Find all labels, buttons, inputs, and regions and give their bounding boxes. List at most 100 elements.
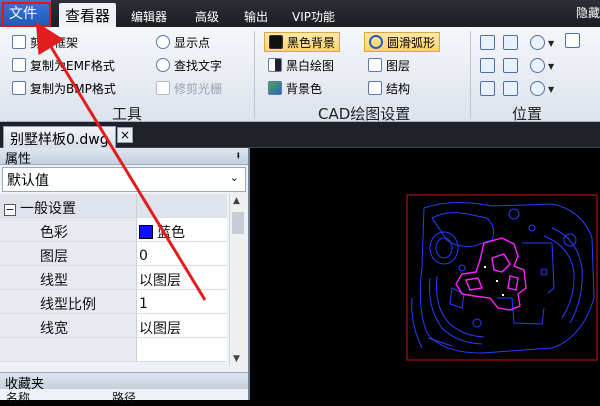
tab-editor[interactable]: 编辑器 bbox=[131, 8, 167, 25]
property-row[interactable]: 色彩 蓝色 bbox=[0, 218, 227, 242]
ribbon-separator bbox=[470, 31, 471, 119]
zoom-in-icon[interactable] bbox=[530, 35, 545, 50]
tab-output[interactable]: 输出 bbox=[244, 8, 268, 25]
clip-frame-label: 剪切框架 bbox=[30, 35, 79, 50]
close-icon[interactable]: × bbox=[117, 127, 133, 143]
background-color-button[interactable]: 背景色 bbox=[268, 78, 322, 98]
document-tab[interactable]: 别墅样板0.dwg bbox=[3, 126, 116, 148]
position-group-label: 位置 bbox=[512, 105, 543, 123]
section-general[interactable]: − 一般设置 bbox=[0, 194, 227, 218]
tab-vip[interactable]: VIP功能 bbox=[292, 8, 335, 25]
pin-icon[interactable]: ⭻ bbox=[237, 149, 241, 166]
ribbon: 剪切框架 复制为EMF格式 复制为BMP格式 显示点 查找文字 修剪光栅 工具 … bbox=[0, 27, 600, 123]
copy-emf-button[interactable]: 复制为EMF格式 bbox=[12, 55, 115, 75]
orbit-icon[interactable] bbox=[530, 81, 545, 96]
show-points-button[interactable]: 显示点 bbox=[156, 32, 210, 52]
property-value: 蓝色 bbox=[157, 224, 185, 241]
smooth-arc-label: 圆滑弧形 bbox=[387, 35, 436, 50]
layers-button[interactable]: 图层 bbox=[368, 55, 410, 75]
site-plan bbox=[411, 201, 595, 354]
smooth-arc-icon bbox=[369, 35, 383, 49]
property-value: 0 bbox=[137, 242, 227, 265]
layers-label: 图层 bbox=[386, 58, 411, 73]
menu-bar: 文件 查看器 编辑器 高级 输出 VIP功能 隐藏 bbox=[0, 0, 600, 27]
structure-button[interactable]: 结构 bbox=[368, 78, 410, 98]
building-outline bbox=[455, 237, 527, 311]
find-text-label: 查找文字 bbox=[174, 58, 223, 73]
properties-scrollbar[interactable]: ▲ ▼ bbox=[229, 194, 246, 366]
favorites-col-name[interactable]: 名称 bbox=[0, 389, 36, 406]
property-value: 1 bbox=[137, 290, 227, 313]
black-background-label: 黑色背景 bbox=[287, 35, 336, 50]
property-row[interactable]: 线型比例 1 bbox=[0, 290, 227, 314]
clip-frame-button[interactable]: 剪切框架 bbox=[12, 32, 78, 52]
property-value: 以图层 bbox=[137, 266, 227, 289]
pan-hand-icon[interactable] bbox=[565, 33, 580, 48]
property-key: 线型 bbox=[0, 266, 137, 289]
menu-file[interactable]: 文件 bbox=[0, 0, 51, 27]
color-swatch-icon bbox=[139, 224, 153, 239]
property-row[interactable]: 图层 0 bbox=[0, 242, 227, 266]
zoom-extents-icon[interactable] bbox=[503, 58, 518, 73]
zoom-out-caret-icon[interactable]: ▼ bbox=[548, 62, 554, 71]
find-text-button[interactable]: 查找文字 bbox=[156, 55, 222, 75]
emf-icon bbox=[12, 58, 26, 72]
property-key: 图层 bbox=[0, 242, 137, 265]
menu-right-text[interactable]: 隐藏 bbox=[576, 4, 600, 21]
smooth-arc-button[interactable]: 圆滑弧形 bbox=[364, 32, 441, 52]
scroll-up-icon[interactable]: ▲ bbox=[233, 196, 240, 206]
fit-view-icon[interactable] bbox=[480, 35, 495, 50]
points-icon bbox=[156, 35, 170, 49]
properties-title-label: 属性 bbox=[5, 152, 32, 167]
zoom-window-icon[interactable] bbox=[503, 35, 518, 50]
black-background-button[interactable]: 黑色背景 bbox=[264, 32, 341, 52]
bmp-icon bbox=[12, 81, 26, 95]
trim-raster-button[interactable]: 修剪光栅 bbox=[156, 78, 222, 98]
zoom-in-caret-icon[interactable]: ▼ bbox=[548, 39, 554, 48]
copy-emf-label: 复制为EMF格式 bbox=[30, 58, 115, 73]
background-color-icon bbox=[268, 81, 282, 95]
cad-settings-group-label: CAD绘图设置 bbox=[318, 105, 411, 123]
chevron-down-icon[interactable]: ⌄ bbox=[230, 171, 239, 184]
favorites-col-path[interactable]: 路径 bbox=[106, 389, 142, 406]
zoom-out-icon[interactable] bbox=[530, 58, 545, 73]
property-row[interactable]: 线型 以图层 bbox=[0, 266, 227, 290]
structure-label: 结构 bbox=[386, 81, 411, 96]
orbit-caret-icon[interactable]: ▼ bbox=[548, 85, 554, 94]
collapse-icon[interactable]: − bbox=[4, 204, 16, 216]
trim-raster-label: 修剪光栅 bbox=[174, 81, 223, 96]
properties-dropdown-value: 默认值 bbox=[7, 173, 49, 189]
bw-drawing-button[interactable]: 黑白绘图 bbox=[268, 55, 334, 75]
black-background-icon bbox=[269, 35, 283, 49]
property-key: 色彩 bbox=[0, 218, 137, 241]
drawing-extents-frame bbox=[406, 194, 598, 361]
background-color-label: 背景色 bbox=[286, 81, 323, 96]
ribbon-separator bbox=[254, 31, 255, 119]
prev-view-icon[interactable] bbox=[480, 58, 495, 73]
properties-panel: 属性 ⭻ 默认值 ⌄ − 一般设置 色彩 蓝色 图层 0 线型 以图层 线型比例 … bbox=[0, 148, 250, 372]
tab-advanced[interactable]: 高级 bbox=[195, 8, 219, 25]
trim-raster-icon bbox=[156, 81, 170, 95]
properties-grid: − 一般设置 色彩 蓝色 图层 0 线型 以图层 线型比例 1 线宽 以图层 bbox=[0, 194, 227, 362]
property-value: 以图层 bbox=[137, 314, 227, 337]
favorites-panel: 收藏夹 名称 路径 bbox=[0, 372, 250, 405]
property-row-empty bbox=[0, 338, 227, 362]
zoom-real-icon[interactable] bbox=[503, 81, 518, 96]
layers-icon bbox=[368, 58, 382, 72]
copy-bmp-button[interactable]: 复制为BMP格式 bbox=[12, 78, 116, 98]
properties-dropdown[interactable]: 默认值 ⌄ bbox=[2, 167, 246, 192]
cad-drawing bbox=[406, 194, 598, 361]
clip-frame-icon bbox=[12, 35, 26, 49]
tools-group-label: 工具 bbox=[112, 105, 143, 123]
structure-icon bbox=[368, 81, 382, 95]
rotate-view-icon[interactable] bbox=[480, 81, 495, 96]
scrollbar-thumb[interactable] bbox=[232, 212, 244, 234]
document-tab-bar: 别墅样板0.dwg × bbox=[0, 122, 600, 148]
find-text-icon bbox=[156, 58, 170, 72]
property-row[interactable]: 线宽 以图层 bbox=[0, 314, 227, 338]
favorites-title: 收藏夹 bbox=[0, 372, 248, 392]
bw-drawing-label: 黑白绘图 bbox=[286, 58, 335, 73]
scroll-down-icon[interactable]: ▼ bbox=[233, 354, 240, 364]
drawing-canvas[interactable] bbox=[252, 148, 600, 400]
tab-viewer[interactable]: 查看器 bbox=[59, 3, 117, 27]
